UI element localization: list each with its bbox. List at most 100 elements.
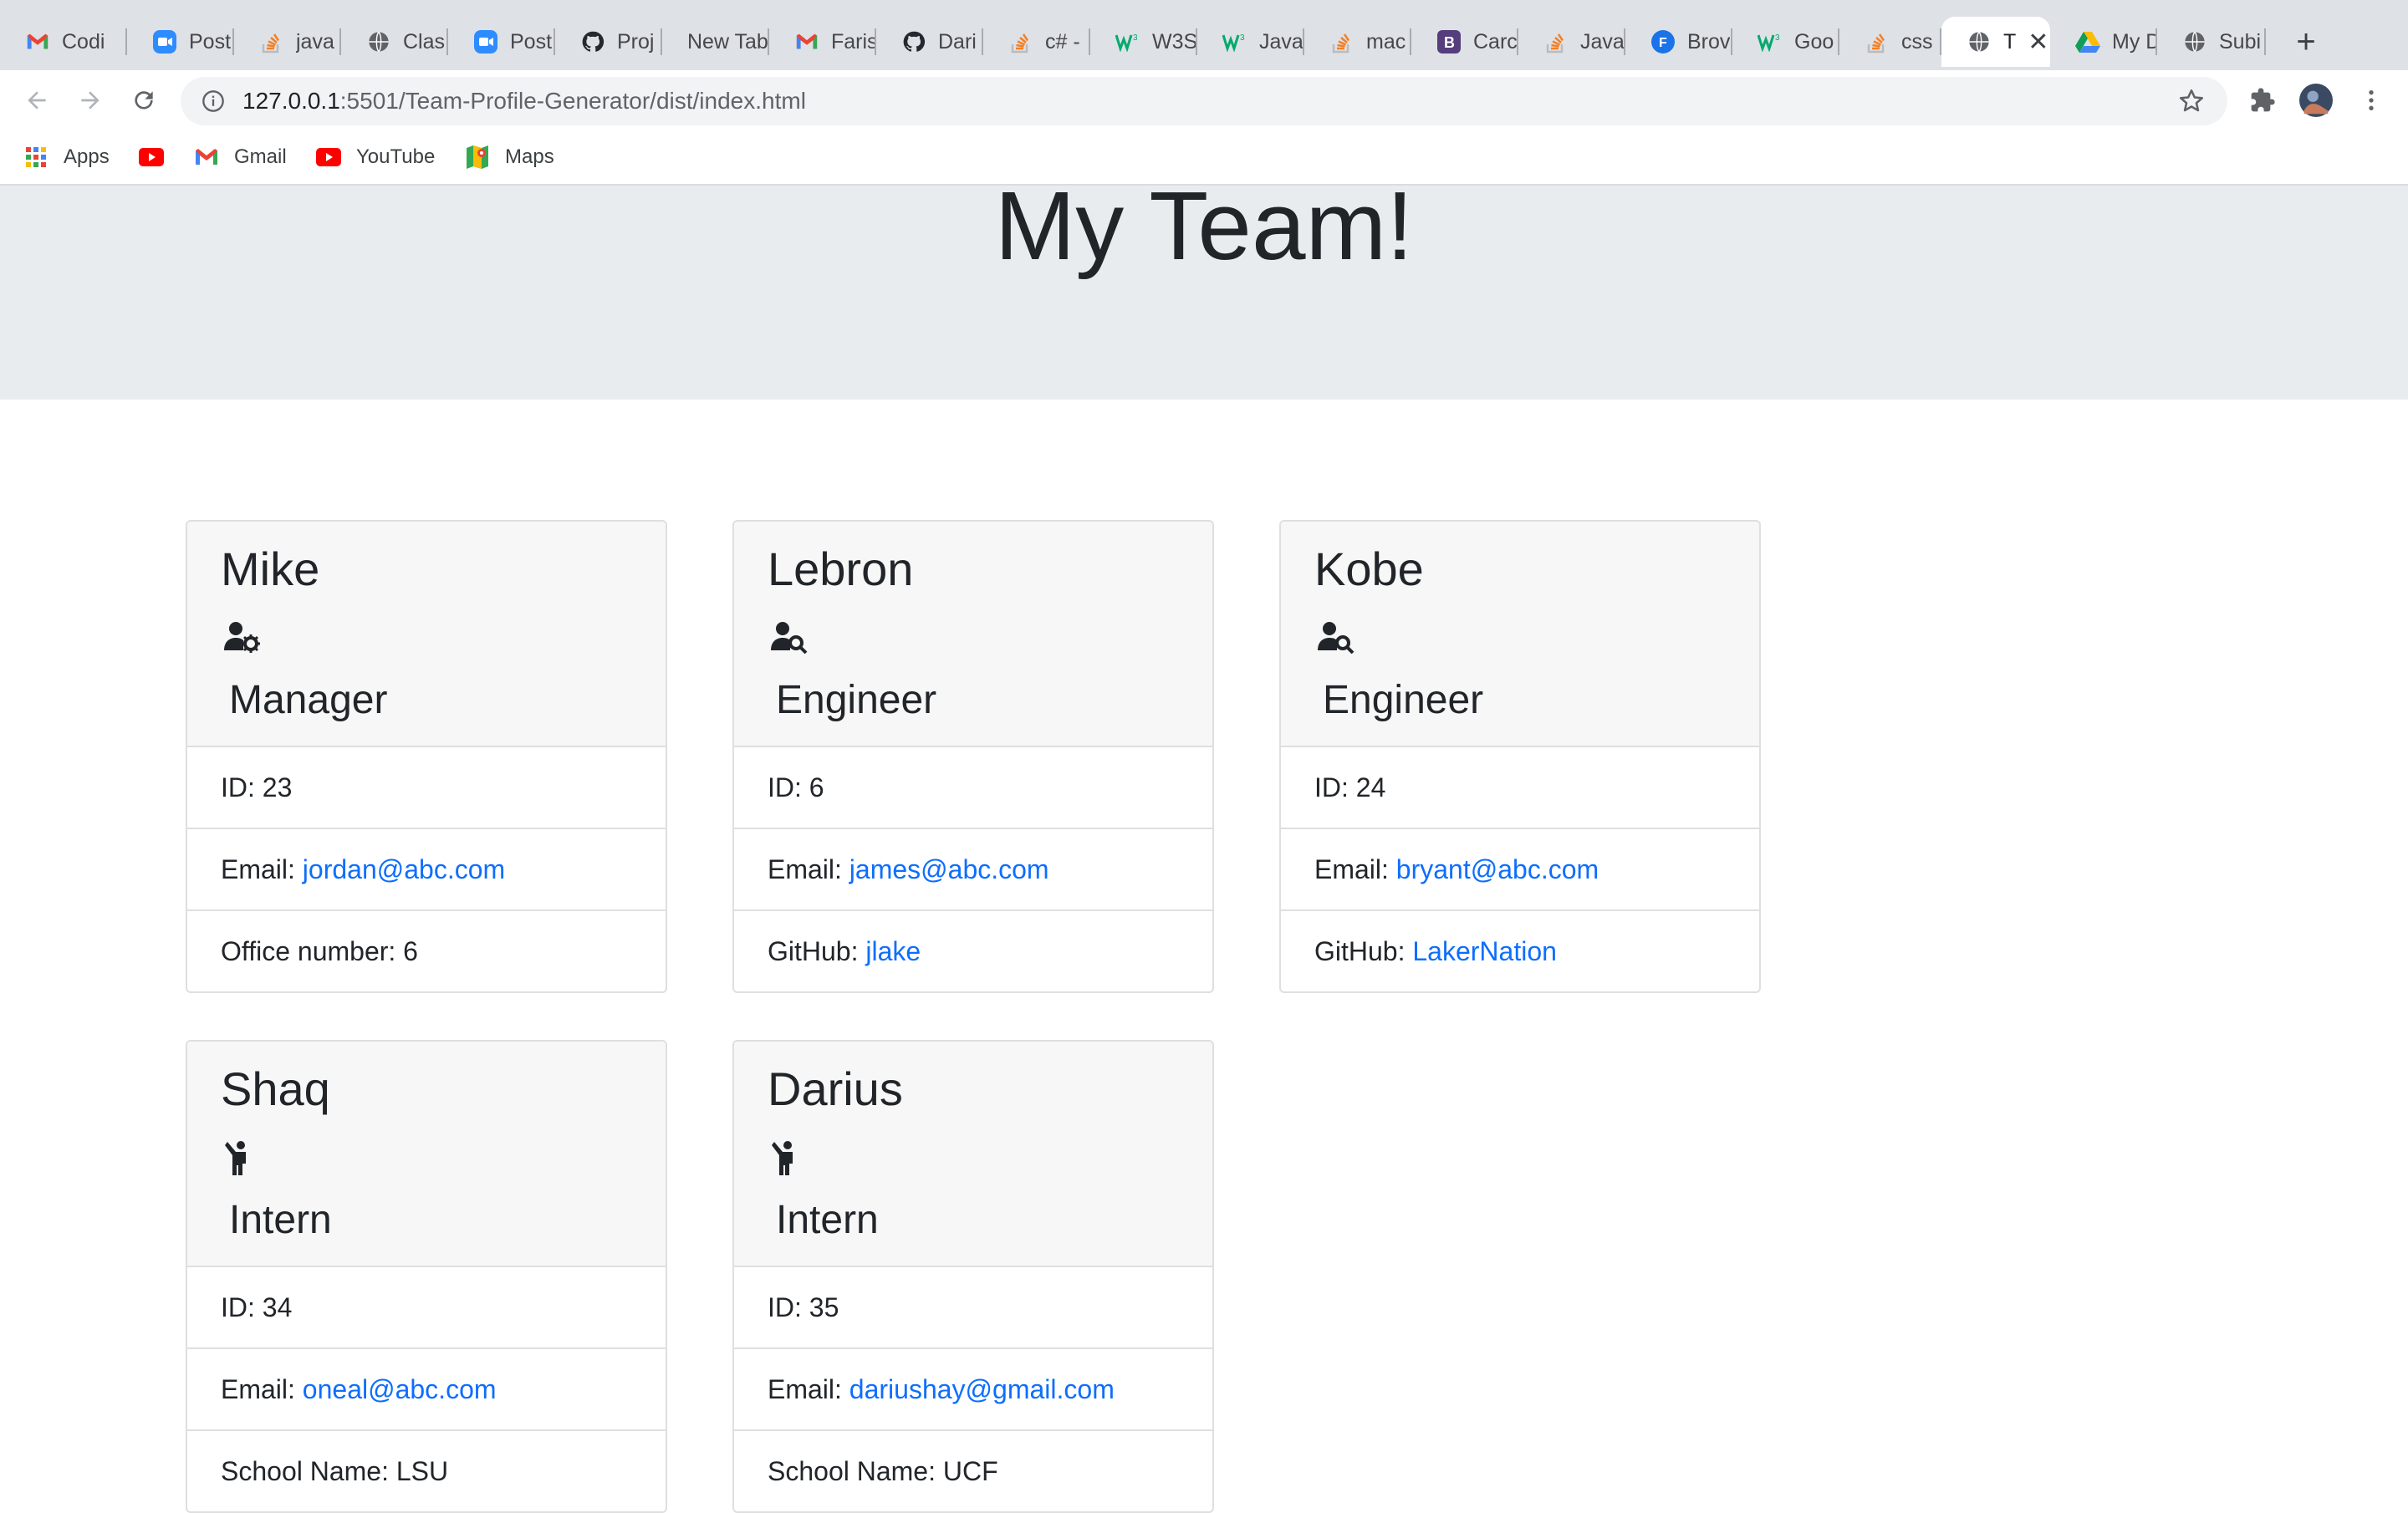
browser-tab[interactable]: 3 W3S	[1090, 17, 1197, 67]
employee-id-row: ID: 24	[1281, 747, 1759, 829]
w3schools-icon: 3	[1115, 29, 1140, 54]
extra-label: School Name:	[768, 1455, 943, 1486]
profile-avatar[interactable]	[2299, 84, 2333, 117]
url-text: 127.0.0.1:5501/Team-Profile-Generator/di…	[242, 88, 806, 115]
browser-tab[interactable]: 3 Java	[1197, 17, 1304, 67]
youtube-icon	[139, 145, 164, 170]
bookmark-star-icon[interactable]	[2177, 87, 2206, 115]
browser-tab[interactable]: c# -	[983, 17, 1090, 67]
tab-label: java	[296, 29, 334, 53]
card-header: Kobe Engineer	[1281, 522, 1759, 747]
reload-icon	[135, 91, 153, 110]
employee-role: Engineer	[1323, 678, 1484, 722]
extra-value: LSU	[395, 1455, 449, 1486]
extra-label: School Name:	[221, 1455, 396, 1486]
browser-tab[interactable]: Proj	[555, 17, 662, 67]
employee-extra-row: GitHub: jlake	[734, 911, 1212, 991]
back-button[interactable]	[18, 82, 55, 119]
globe-icon	[1967, 29, 1992, 54]
bookmark-label: Maps	[505, 145, 554, 168]
browser-tab[interactable]: F Brov	[1625, 17, 1732, 67]
browser-tab[interactable]: Subi	[2157, 17, 2266, 67]
employee-email-row: Email: jordan@abc.com	[187, 829, 666, 911]
close-tab-icon[interactable]: ✕	[2028, 28, 2048, 57]
child-icon	[224, 1140, 261, 1177]
email-link[interactable]: oneal@abc.com	[303, 1374, 497, 1405]
browser-tab[interactable]: B Carc	[1411, 17, 1518, 67]
tab-label: Post	[510, 29, 553, 53]
bookmark-label: Gmail	[234, 145, 287, 168]
bookmark-youtube[interactable]: YouTube	[316, 142, 435, 172]
svg-text:B: B	[1444, 34, 1455, 51]
extensions-puzzle-icon[interactable]	[2246, 84, 2279, 117]
id-value: 23	[262, 772, 293, 802]
gmail-icon	[194, 145, 219, 170]
card-header: Lebron Engineer	[734, 522, 1212, 747]
globe-icon	[366, 29, 391, 54]
github-link[interactable]: jlake	[865, 936, 921, 967]
maps-icon	[465, 145, 490, 170]
tab-label: New Tab	[687, 29, 768, 53]
browser-tab[interactable]: Java	[1518, 17, 1625, 67]
email-label: Email:	[1314, 853, 1396, 884]
email-link[interactable]: bryant@abc.com	[1396, 854, 1599, 885]
employee-role: Engineer	[776, 678, 937, 722]
user-search-icon	[1318, 620, 1354, 657]
browser-tab[interactable]: Clas	[341, 17, 448, 67]
site-info-icon[interactable]	[201, 89, 226, 114]
employee-extra-row: GitHub: LakerNation	[1281, 911, 1759, 991]
svg-text:F: F	[1659, 36, 1667, 50]
reload-button[interactable]	[125, 82, 162, 119]
bookmark-apps[interactable]: Apps	[23, 142, 110, 172]
email-link[interactable]: dariushay@gmail.com	[849, 1374, 1115, 1405]
back-arrow-icon	[28, 91, 46, 110]
stackoverflow-icon	[1329, 29, 1354, 54]
bookmark-label: YouTube	[356, 145, 436, 168]
extra-label: GitHub:	[768, 935, 866, 966]
tab-label: Codi	[62, 29, 105, 53]
email-link[interactable]: jordan@abc.com	[303, 854, 505, 885]
browser-tab[interactable]: mac	[1304, 17, 1411, 67]
browser-menu-icon[interactable]	[2354, 84, 2388, 117]
w3schools-icon: 3	[1222, 29, 1247, 54]
tab-label: Dari	[938, 29, 977, 53]
employee-card: Shaq Intern ID: 34 Email: oneal@abc.com Scho…	[186, 1040, 667, 1513]
browser-tab[interactable]: Codi	[0, 17, 127, 67]
svg-text:3: 3	[1240, 33, 1245, 43]
new-tab-button[interactable]: +	[2284, 20, 2328, 64]
id-label: ID:	[221, 1291, 263, 1322]
f-icon: F	[1650, 29, 1676, 54]
browser-toolbar: 127.0.0.1:5501/Team-Profile-Generator/di…	[0, 70, 2408, 130]
browser-tab[interactable]: 3 Goo	[1732, 17, 1839, 67]
stackoverflow-icon	[259, 29, 284, 54]
bookmark-gmail[interactable]: Gmail	[194, 142, 287, 172]
github-link[interactable]: LakerNation	[1412, 936, 1557, 967]
stackoverflow-icon	[1865, 29, 1890, 54]
browser-tab[interactable]: My D	[2050, 17, 2157, 67]
browser-tab[interactable]: New Tab	[662, 17, 769, 67]
address-bar[interactable]: 127.0.0.1:5501/Team-Profile-Generator/di…	[181, 77, 2227, 125]
email-link[interactable]: james@abc.com	[849, 854, 1049, 885]
browser-tab[interactable]: css	[1839, 17, 1941, 67]
employee-role: Intern	[229, 1198, 332, 1242]
tab-label: Goo	[1794, 29, 1834, 53]
browser-tab[interactable]: Post	[127, 17, 234, 67]
card-header: Shaq Intern	[187, 1042, 666, 1267]
employee-id-row: ID: 23	[187, 747, 666, 829]
tab-label: Brov	[1687, 29, 1731, 53]
email-label: Email:	[768, 1373, 849, 1404]
employee-id-row: ID: 6	[734, 747, 1212, 829]
browser-tab[interactable]: Faris	[769, 17, 876, 67]
forward-button[interactable]	[72, 82, 109, 119]
browser-tab[interactable]: Post	[448, 17, 555, 67]
w3schools-icon: 3	[1758, 29, 1783, 54]
browser-tab[interactable]: Dari	[876, 17, 983, 67]
browser-tab[interactable]: java	[234, 17, 341, 67]
bookmark-maps[interactable]: Maps	[465, 142, 554, 172]
bookmark-youtube-icon-only[interactable]	[139, 142, 179, 172]
browser-tab[interactable]: T ✕	[1941, 17, 2050, 67]
id-label: ID:	[1314, 772, 1356, 802]
tab-label: My D	[2112, 29, 2157, 53]
id-label: ID:	[221, 772, 263, 802]
email-label: Email:	[221, 853, 303, 884]
